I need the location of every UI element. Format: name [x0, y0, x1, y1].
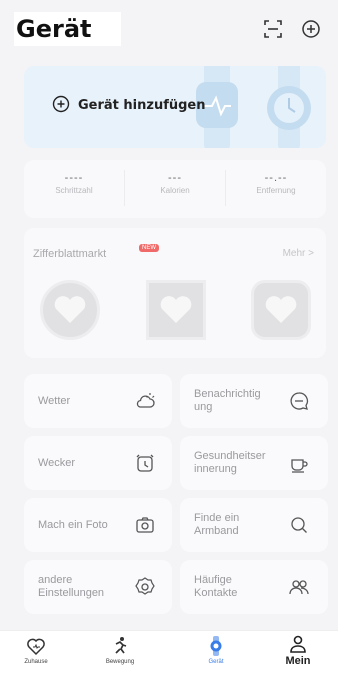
tile-take-photo[interactable]: Mach ein Foto	[24, 498, 172, 552]
heart-icon	[54, 296, 86, 323]
watch-face-rounded[interactable]	[251, 280, 311, 340]
nav-item-profile[interactable]: Mein	[268, 635, 328, 667]
tile-notifications[interactable]: Benachrichtig ung	[180, 374, 328, 428]
nav-label: Zuhause	[24, 659, 48, 665]
stat-label: Kalorien	[160, 186, 190, 195]
tile-frequent-contacts[interactable]: Häufige Kontakte	[180, 560, 328, 614]
new-badge: NEW	[139, 244, 159, 252]
search-icon	[291, 517, 307, 533]
tile-health-reminder[interactable]: Gesundheitser innerung	[180, 436, 328, 490]
tile-label: Wetter	[38, 395, 71, 407]
stats-card: ---- Schrittzahl --- Kalorien --.-- Entf…	[24, 160, 326, 218]
stat-label: Schrittzahl	[55, 186, 93, 195]
running-icon	[115, 637, 127, 654]
watch-face-market-title: Zifferblattmarkt	[33, 248, 107, 260]
stat-value: --.--	[264, 172, 288, 184]
heart-home-icon	[27, 638, 45, 656]
watch-icon	[210, 636, 222, 656]
tile-label: Finde ein Armband	[194, 512, 240, 537]
nav-label: Bewegung	[105, 659, 135, 665]
settings-icon	[135, 577, 155, 595]
tile-label: Häufige Kontakte	[194, 574, 238, 599]
tile-alarm[interactable]: Wecker	[24, 436, 172, 490]
page-title: Gerät	[14, 12, 122, 46]
more-link[interactable]: Mehr >	[283, 248, 314, 259]
stat-value: ---	[168, 172, 182, 184]
heart-icon	[265, 296, 297, 323]
person-icon	[290, 635, 306, 653]
stat-calories: --- Kalorien	[125, 172, 225, 195]
tile-find-band[interactable]: Finde ein Armband	[180, 498, 328, 552]
contacts-icon	[289, 580, 309, 595]
weather-icon	[136, 393, 155, 408]
heart-icon	[160, 296, 192, 323]
stat-steps: ---- Schrittzahl	[24, 172, 124, 195]
add-device-banner[interactable]: Gerät hinzufügen	[24, 66, 326, 148]
message-icon	[290, 392, 309, 410]
alarm-icon	[136, 454, 154, 472]
nav-item-home[interactable]: Zuhause	[6, 635, 66, 665]
header: Gerät	[0, 0, 338, 58]
add-circle-icon[interactable]	[300, 18, 322, 40]
nav-label: Mein	[285, 655, 311, 667]
stat-distance: --.-- Entfernung	[226, 172, 326, 195]
tile-label: Wecker	[38, 457, 76, 469]
nav-item-movement[interactable]: Bewegung	[90, 635, 150, 665]
nav-label: Gerät	[208, 659, 224, 665]
scan-icon[interactable]	[262, 18, 284, 40]
add-circle-icon	[52, 95, 70, 113]
tile-label: Mach ein Foto	[38, 519, 108, 531]
tile-label: Gesundheitser innerung	[194, 450, 266, 475]
tile-label: andere Einstellungen	[38, 574, 105, 599]
tile-other-settings[interactable]: andere Einstellungen	[24, 560, 172, 614]
nav-item-device[interactable]: Gerät	[186, 635, 246, 665]
watch-face-square[interactable]	[146, 280, 206, 340]
camera-icon	[136, 517, 154, 533]
add-device-label: Gerät hinzufügen	[78, 98, 206, 113]
cup-icon	[291, 459, 308, 473]
stat-value: ----	[64, 172, 84, 184]
stat-label: Entfernung	[256, 186, 296, 195]
tile-weather[interactable]: Wetter	[24, 374, 172, 428]
bottom-nav: Zuhause Bewegung Gerät Mein	[0, 630, 338, 676]
watch-face-round[interactable]	[40, 280, 100, 340]
watch-face-market-card: Zifferblattmarkt NEW Mehr >	[24, 228, 326, 358]
tile-label: Benachrichtig ung	[194, 388, 261, 413]
